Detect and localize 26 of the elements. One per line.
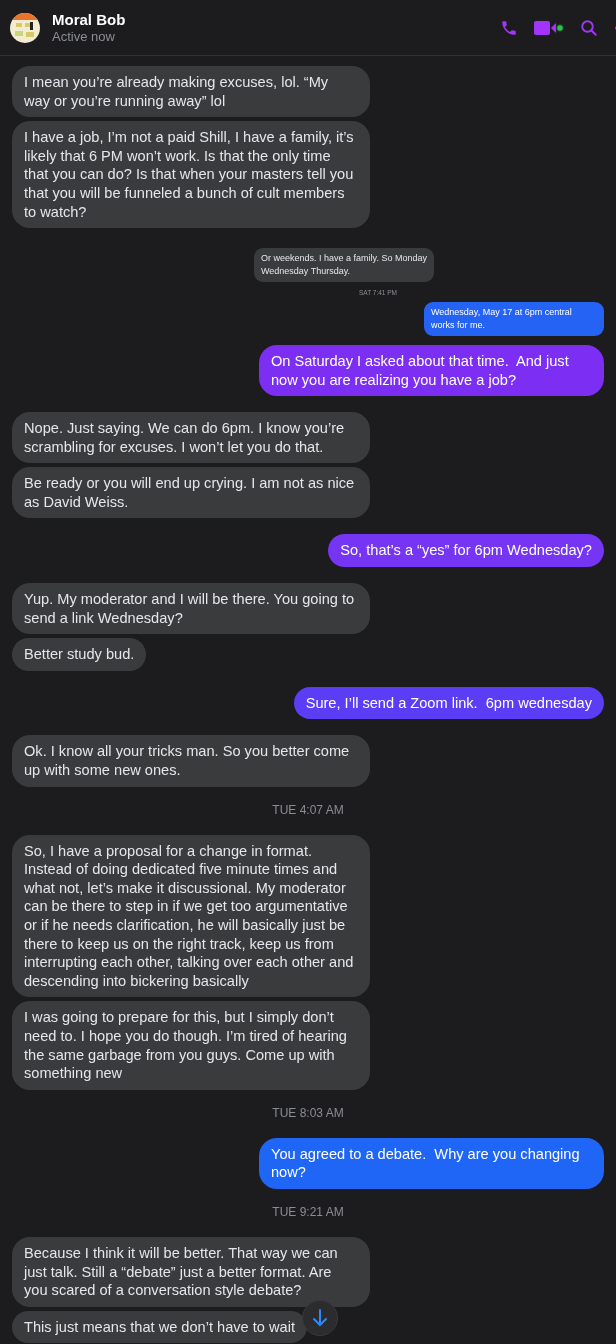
message-bubble: This just means that we don’t have to wait [12, 1310, 307, 1344]
message-bubble: So, I have a proposal for a change in format. Instead of doing dedicated five minute times and what not, let’s make it discussional. My moderator can be there to step in if we get too argumentative or if he needs clarification, he will basically just be there to keep us on the right track, keep us from interrupting each other, talking over each other and descending into bickering basically [12, 834, 370, 998]
message-bubble: Sure, I’ll send a Zoom link. 6pm wednesday [293, 686, 604, 720]
message-bubble: Better study bud. [12, 638, 147, 671]
message-bubble: So, that’s a “yes” for 6pm Wednesday? [328, 534, 604, 568]
message-bubble: I have a job, I’m not a paid Shill, I have a family, it’s likely that 6 PM won’t work. Is that the only time that you can do? Is that when your masters tell you that you will be funneled a bunch of cult members to watch? [12, 121, 370, 229]
message-bubble: Be ready or you will end up crying. I am not as nice as David Weiss. [12, 467, 370, 519]
timestamp: TUE 4:07 AM [271, 801, 345, 819]
message-bubble: Yup. My moderator and I will be there. You going to send a link Wednesday? [12, 583, 370, 635]
arrow-down-icon [312, 1309, 328, 1327]
message-bubble: Or weekends. I have a family. So Monday Wednesday Thursday. [254, 248, 434, 283]
timestamp: TUE 9:21 AM [271, 1203, 345, 1221]
message-bubble: I mean you’re already making excuses, lol. “My way or you’re running away” lol [12, 66, 370, 118]
contact-name: Moral Bob [52, 10, 126, 29]
search-icon[interactable] [580, 18, 598, 37]
timestamp: TUE 8:03 AM [271, 1104, 345, 1122]
video-camera-icon[interactable] [534, 19, 564, 36]
message-bubble: On Saturday I asked about that time. And just now you are realizing you have a job? [259, 344, 604, 397]
message-bubble: Ok. I know all your tricks man. So you better come up with some new ones. [12, 735, 370, 787]
message-bubble: Because I think it will be better. That way we can just talk. Still a “debate” just a better format. Are you scared of a conversation style debate? [12, 1236, 370, 1307]
status-text: Active now [52, 28, 116, 45]
message-bubble: Nope. Just saying. We can do 6pm. I know you’re scrambling for excuses. I won’t let you do that. [12, 412, 370, 464]
message-bubble: I was going to prepare for this, but I simply don’t need to. I hope you do though. I’m tired of hearing the same garbage from you guys. Come up with something new [12, 1001, 370, 1090]
message-bubble: Wednesday, May 17 at 6pm central works for me. [424, 301, 604, 336]
phone-icon[interactable] [500, 18, 518, 37]
message-bubble: You agreed to a debate. Why are you changing now? [259, 1137, 604, 1189]
